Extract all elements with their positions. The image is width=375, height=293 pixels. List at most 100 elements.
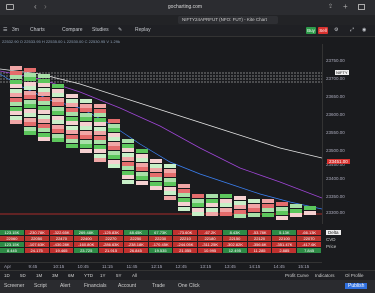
range-button[interactable]: 1D	[4, 273, 10, 278]
footprint-chart[interactable]	[0, 44, 322, 224]
settings-icon[interactable]: ⚙	[334, 27, 338, 33]
sell-button[interactable]: Sell	[318, 27, 328, 34]
drawing-icon[interactable]: ✎	[118, 27, 122, 33]
back-icon[interactable]: ‹	[34, 2, 37, 11]
table-cell: 22180	[198, 236, 222, 241]
footprint-cell	[304, 206, 316, 210]
footprint-cell	[24, 122, 36, 126]
table-cell: 22400	[74, 236, 99, 241]
table-cell: 22150	[222, 236, 247, 241]
footprint-cell	[262, 208, 274, 212]
footprint-cell	[136, 167, 148, 171]
table-cell: 26.845	[123, 248, 148, 253]
footprint-cell	[94, 135, 106, 140]
footprint-cell	[52, 115, 64, 120]
nav-screener[interactable]: Screener	[4, 283, 24, 289]
footprint-cell	[220, 212, 232, 216]
footprint-cell	[10, 66, 22, 70]
footprint-cell	[24, 131, 36, 135]
price-axis[interactable]: 23750.00 23700.00 23650.00 23600.00 2355…	[322, 44, 375, 224]
footprint-cell	[234, 200, 246, 205]
footer-option[interactable]: Indicators	[315, 273, 335, 278]
footprint-cell	[108, 150, 120, 155]
footprint-cell	[80, 126, 92, 130]
footprint-cell	[66, 98, 78, 103]
footprint-cell	[38, 74, 50, 78]
forward-icon[interactable]: ›	[44, 2, 47, 11]
tabs-icon[interactable]	[358, 4, 365, 10]
share-icon[interactable]: ⇪	[328, 3, 333, 10]
side-label[interactable]: Delta	[326, 230, 341, 235]
table-cell: 12.495	[222, 248, 247, 253]
footprint-cell	[178, 197, 190, 202]
compare-button[interactable]: Compare	[62, 27, 83, 33]
footprint-cell	[38, 105, 50, 110]
side-label[interactable]: CVD	[326, 237, 336, 242]
footprint-cell	[108, 141, 120, 146]
table-cell: 22210	[173, 236, 198, 241]
camera-icon[interactable]: ◉	[362, 27, 366, 33]
nav-publish[interactable]: Publish	[345, 283, 368, 289]
footprint-cell	[192, 203, 204, 207]
studies-button[interactable]: Studies	[92, 27, 109, 33]
footprint-cell	[136, 180, 148, 185]
footprint-cell	[234, 196, 246, 200]
nav-trade[interactable]: Trade	[152, 283, 165, 289]
footprint-cell	[38, 110, 50, 114]
browser-bar: ‹ › gocharting.com ⇪ +	[0, 0, 375, 15]
nav-alert[interactable]: Alert	[60, 283, 70, 289]
interval-selector[interactable]: 3m	[12, 27, 19, 33]
time-axis[interactable]: Apr 9:45 10:15 10:45 11:15 11:45 12:15 12:45 13:…	[0, 262, 322, 270]
side-label[interactable]: Price	[326, 244, 336, 249]
range-button[interactable]: All	[132, 273, 137, 278]
footprint-cell	[24, 86, 36, 90]
footprint-cell	[80, 139, 92, 144]
sidebar-icon[interactable]	[6, 4, 14, 10]
footprint-cell	[38, 101, 50, 105]
footer-option[interactable]: Profit Curve	[285, 273, 309, 278]
buy-button[interactable]: Buy	[306, 27, 316, 34]
table-cell: -322.65K	[49, 230, 74, 235]
footprint-cell	[80, 112, 92, 117]
table-cell: -356.6K	[247, 242, 272, 247]
nav-account[interactable]: Account	[118, 283, 136, 289]
range-button[interactable]: 6M	[68, 273, 74, 278]
footprint-cell	[38, 96, 50, 101]
nav-script[interactable]: Script	[34, 283, 47, 289]
replay-button[interactable]: Replay	[135, 27, 151, 33]
footprint-cell	[206, 198, 218, 203]
table-cell: -286.63K	[99, 242, 123, 247]
fullscreen-icon[interactable]: ⤢	[350, 27, 354, 33]
price-row: 22060 22050 22470 22400 22270 22250 22230 22210…	[0, 236, 322, 241]
footprint-cell	[94, 113, 106, 117]
browser-tab[interactable]: NIFTY24APRFUT (NFO: FUT) - Kite Chart	[178, 16, 278, 24]
footprint-cell	[94, 104, 106, 108]
footprint-cell	[136, 171, 148, 176]
address-bar[interactable]: gocharting.com	[120, 4, 250, 11]
table-cell: -230.78K	[24, 230, 49, 235]
menu-icon[interactable]: ☰	[3, 27, 7, 33]
nav-one-click[interactable]: One Click	[178, 283, 200, 289]
footprint-cell	[276, 211, 288, 215]
range-button[interactable]: 3M	[52, 273, 58, 278]
time-label: 13:45	[224, 264, 236, 269]
nav-financials[interactable]: Financials	[84, 283, 107, 289]
range-footer: 1D 5D 1M 3M 6M YTD 1Y 5Y All Profit Curve Indicato…	[0, 270, 375, 280]
table-cell: -160.80K	[74, 242, 99, 247]
new-tab-icon[interactable]: +	[343, 2, 348, 11]
table-cell: 11.285	[247, 248, 272, 253]
range-button[interactable]: YTD	[84, 273, 93, 278]
footprint-cell	[206, 194, 218, 198]
table-cell: 22250	[123, 236, 148, 241]
footprint-cell	[80, 99, 92, 103]
range-button[interactable]: 5D	[20, 273, 26, 278]
footprint-cell	[290, 204, 302, 208]
range-button[interactable]: 5Y	[116, 273, 122, 278]
range-button[interactable]: 1M	[36, 273, 42, 278]
footprint-cell	[24, 90, 36, 95]
price-label: 23550.00	[326, 130, 345, 135]
charts-button[interactable]: Charts	[30, 27, 45, 33]
range-button[interactable]: 1Y	[100, 273, 106, 278]
table-cell: -311.25K	[198, 242, 222, 247]
footer-option[interactable]: Ol Profile	[345, 273, 364, 278]
